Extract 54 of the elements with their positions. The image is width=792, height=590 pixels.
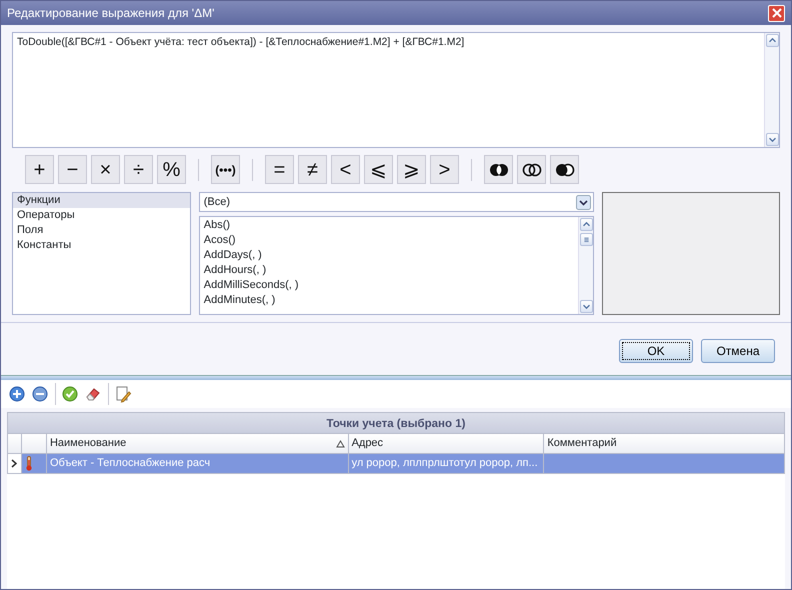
remove-icon[interactable] — [32, 386, 49, 402]
column-header[interactable]: Комментарий — [544, 434, 785, 454]
dialog-button[interactable]: Отмена — [701, 339, 775, 363]
dropdown-value: (Все) — [204, 194, 230, 210]
column-header[interactable]: Наименование — [46, 434, 349, 454]
filter-dropdown[interactable]: (Все) — [198, 192, 594, 212]
operator-button[interactable] — [517, 155, 546, 184]
window-title: Редактирование выражения для 'ΔM' — [7, 5, 214, 22]
function-item[interactable]: AddHours(, ) — [204, 263, 574, 278]
close-icon — [772, 8, 782, 18]
operator-button[interactable]: = — [265, 155, 294, 184]
thermometer-icon — [24, 456, 33, 471]
category-item[interactable]: Функции — [13, 193, 190, 208]
row-indicator-icon — [11, 459, 17, 468]
half-filled-circles-icon — [554, 162, 576, 178]
intersection-icon — [488, 162, 510, 178]
table-cell: Объект - Теплоснабжение расч — [46, 454, 349, 474]
expression-text: ToDouble([&ГВС#1 - Объект учёта: тест объекта]) - [&Теплоснабжение#1.M2] + [&ГВС#1.M2] — [16, 35, 466, 50]
function-item[interactable]: AddDays(, ) — [204, 248, 574, 263]
category-item[interactable]: Константы — [13, 238, 190, 253]
operator-button[interactable] — [484, 155, 513, 184]
operator-button[interactable]: ⩾ — [397, 155, 426, 184]
operator-button[interactable]: ÷ — [124, 155, 153, 184]
eraser-icon[interactable] — [85, 386, 102, 402]
operator-button[interactable]: × — [91, 155, 120, 184]
function-item[interactable]: Abs() — [204, 218, 574, 233]
scroll-bar[interactable] — [764, 33, 779, 147]
category-item[interactable]: Поля — [13, 223, 190, 238]
operator-button[interactable] — [550, 155, 579, 184]
function-item[interactable]: AddMinutes(, ) — [204, 293, 574, 308]
table-caption: Точки учета (выбрано 1) — [7, 412, 785, 434]
close-button[interactable] — [768, 4, 785, 22]
expression-editor[interactable]: ToDouble([&ГВС#1 - Объект учёта: тест объекта]) - [&Теплоснабжение#1.M2] + [&ГВС#1.M2] — [12, 32, 780, 148]
column-header[interactable]: Адрес — [348, 434, 544, 454]
header-cell — [7, 434, 22, 454]
operator-button[interactable]: + — [25, 155, 54, 184]
operator-button[interactable]: > — [430, 155, 459, 184]
overlapping-circles-icon — [520, 162, 542, 178]
operator-button[interactable]: % — [157, 155, 186, 184]
header-cell — [22, 434, 47, 454]
edit-document-icon[interactable] — [115, 386, 132, 402]
table-cell: ул ророр, лплпрлштотул ророр, лп... — [348, 454, 544, 474]
category-item[interactable]: Операторы — [13, 208, 190, 223]
operator-button[interactable]: − — [58, 155, 87, 184]
check-icon[interactable] — [62, 386, 79, 402]
dialog-button[interactable]: OK — [619, 339, 693, 363]
scroll-bar[interactable] — [578, 217, 594, 314]
function-item[interactable]: Acos() — [204, 233, 574, 248]
operator-button[interactable]: < — [331, 155, 360, 184]
operator-button[interactable]: (•••) — [211, 155, 240, 184]
function-item[interactable]: AddMilliSeconds(, ) — [204, 278, 574, 293]
operator-button[interactable]: ≠ — [298, 155, 327, 184]
add-icon[interactable] — [9, 386, 26, 402]
operator-button[interactable]: ⩽ — [364, 155, 393, 184]
